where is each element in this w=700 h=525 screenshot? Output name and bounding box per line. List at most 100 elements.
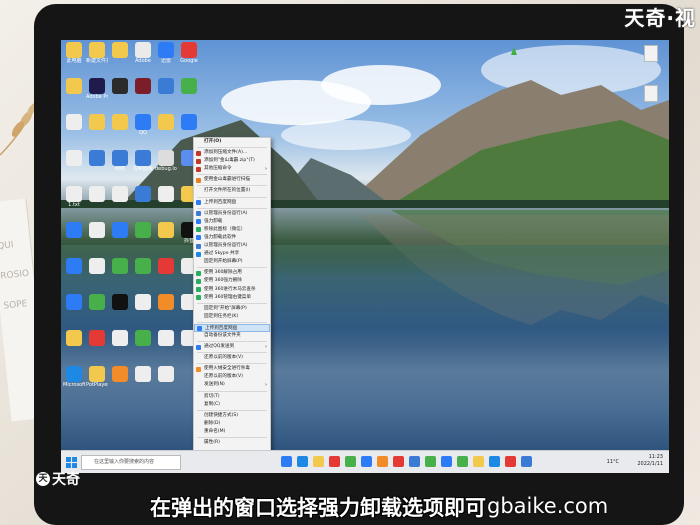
desktop-icon[interactable] (63, 222, 85, 238)
context-menu-item[interactable]: 使用火绒安全进行杀毒 (194, 365, 270, 373)
desktop-icon[interactable] (109, 222, 131, 238)
context-menu-item[interactable]: 使用 360解除占用 (194, 269, 270, 277)
desktop-file-icon[interactable] (639, 85, 663, 102)
context-menu-item[interactable]: 打开(O) (194, 138, 270, 146)
taskbar-app-icon[interactable] (473, 456, 484, 467)
desktop-icon[interactable]: Microsoft Edge (63, 366, 85, 388)
taskbar-app-icon[interactable] (297, 456, 308, 467)
desktop-icon[interactable] (178, 78, 200, 94)
desktop-icon[interactable] (63, 114, 85, 130)
desktop-icon[interactable] (63, 78, 85, 94)
desktop-icon[interactable] (86, 114, 108, 130)
context-menu-item[interactable]: 上传到百度网盘 (194, 199, 270, 207)
desktop-icon[interactable] (155, 222, 177, 238)
taskbar-app-icon[interactable] (505, 456, 516, 467)
system-clock[interactable]: 11:23 2022/1/11 (637, 454, 663, 468)
taskbar-app-icon[interactable] (329, 456, 340, 467)
context-menu-item[interactable]: 发送到(N) › (194, 381, 270, 389)
desktop-icon[interactable] (63, 258, 85, 274)
desktop-icon[interactable]: 网络 (109, 150, 131, 172)
desktop-icon[interactable] (63, 150, 85, 166)
context-menu-item[interactable]: 属性(R) (194, 439, 270, 447)
desktop-icon[interactable] (155, 366, 177, 382)
desktop-icon[interactable] (155, 330, 177, 346)
desktop-icon[interactable]: 此电脑 (63, 42, 85, 64)
desktop-icon[interactable] (109, 366, 131, 382)
context-menu-item[interactable]: 添加到"金山毒霸.zip"(T) (194, 157, 270, 165)
desktop-icon[interactable] (109, 78, 131, 94)
context-menu-item[interactable]: 其他压缩命令 › (194, 165, 270, 173)
weather-indicator[interactable]: 11°C (607, 459, 619, 465)
context-menu-item[interactable]: 复制(C) (194, 401, 270, 409)
taskbar-search-input[interactable]: 在这里输入你要搜索的内容 (81, 455, 181, 470)
taskbar-app-icon[interactable] (425, 456, 436, 467)
context-menu-item[interactable]: 强力卸载此软件 (194, 234, 270, 242)
taskbar-app-icon[interactable] (345, 456, 356, 467)
desktop-icon[interactable] (132, 222, 154, 238)
desktop-icon[interactable]: debug.log (155, 150, 177, 172)
context-menu-item[interactable]: 移除此图标（微信） (194, 226, 270, 234)
taskbar-app-icon[interactable] (521, 456, 532, 467)
desktop-icon[interactable]: Adobe (132, 42, 154, 64)
context-menu-item[interactable]: 使用金山毒霸进行扫描 (194, 176, 270, 184)
taskbar-app-icon[interactable] (441, 456, 452, 467)
taskbar-app-icon[interactable] (361, 456, 372, 467)
taskbar-app-icon[interactable] (281, 456, 292, 467)
taskbar-app-icon[interactable] (313, 456, 324, 467)
context-menu-item[interactable]: 创建快捷方式(S) (194, 412, 270, 420)
desktop-icon[interactable] (86, 330, 108, 346)
context-menu-item[interactable]: 上传到百度网盘 (194, 323, 270, 332)
context-menu-item[interactable]: 强力卸载 (194, 218, 270, 226)
desktop-icon[interactable] (86, 294, 108, 310)
desktop-icon[interactable] (109, 294, 131, 310)
context-menu-item[interactable]: 打开文件所在的位置(I) (194, 187, 270, 195)
context-menu-item[interactable]: 固定到"开始"屏幕(P) (194, 305, 270, 313)
desktop-icon[interactable]: Adobe Premiere (86, 78, 108, 100)
desktop-icon[interactable] (155, 294, 177, 310)
taskbar-app-icon[interactable] (489, 456, 500, 467)
context-menu-item[interactable]: 以管理员身份运行(A) (194, 210, 270, 218)
desktop-icon[interactable] (109, 330, 131, 346)
taskbar-app-icon[interactable] (377, 456, 388, 467)
desktop-icon[interactable]: 新建文件夹 (86, 42, 108, 64)
desktop-icon[interactable] (155, 114, 177, 130)
desktop-icon[interactable] (86, 258, 108, 274)
desktop-icon[interactable] (86, 222, 108, 238)
taskbar-app-icon[interactable] (457, 456, 468, 467)
desktop-icon[interactable] (132, 258, 154, 274)
context-menu-item[interactable]: 自动备份该文件夹 (194, 332, 270, 340)
desktop-icon[interactable] (132, 294, 154, 310)
desktop-file-icon[interactable] (639, 45, 663, 62)
desktop-icon[interactable] (109, 114, 131, 130)
desktop-icon[interactable]: PotPlayer 64 bit (86, 366, 108, 388)
context-menu-item[interactable]: 以管理员身份运行(A) (194, 242, 270, 250)
context-menu-item[interactable]: 重命名(M) (194, 428, 270, 436)
desktop-icon[interactable] (155, 186, 177, 202)
taskbar-app-icon[interactable] (393, 456, 404, 467)
context-menu-item[interactable]: 删除(D) (194, 420, 270, 428)
context-menu-item[interactable]: 使用 360进行木马云查杀 (194, 286, 270, 294)
desktop-icon[interactable] (86, 186, 108, 202)
context-menu-item[interactable]: 固定到任务栏(K) (194, 313, 270, 321)
desktop-icon[interactable] (109, 42, 131, 58)
desktop-icon[interactable] (63, 330, 85, 346)
desktop-icon[interactable] (178, 114, 200, 130)
desktop-icon[interactable]: QQ (132, 114, 154, 136)
desktop-icon[interactable] (132, 186, 154, 202)
desktop-icon[interactable]: 迅雷 (155, 42, 177, 64)
desktop-icon[interactable]: 1.txt (63, 186, 85, 208)
desktop-icon[interactable] (132, 330, 154, 346)
desktop-icon[interactable] (109, 258, 131, 274)
context-menu-item[interactable]: 通过 Skype 共享 (194, 250, 270, 258)
desktop-icon[interactable] (109, 186, 131, 202)
context-menu-item[interactable]: 还原以前的版本(V) (194, 373, 270, 381)
context-menu-item[interactable]: 使用 360强力删除 (194, 277, 270, 285)
desktop-icon[interactable] (63, 294, 85, 310)
taskbar-app-icon[interactable] (409, 456, 420, 467)
desktop-icon[interactable] (132, 78, 154, 94)
context-menu-item[interactable]: 通过QQ发送到 › (194, 343, 270, 351)
context-menu-item[interactable]: 固定到开始屏幕(P) (194, 258, 270, 266)
desktop-icon[interactable]: 控制面板 (132, 150, 154, 172)
windows-start-icon[interactable] (66, 457, 77, 468)
context-menu-item[interactable]: 剪切(T) (194, 393, 270, 401)
